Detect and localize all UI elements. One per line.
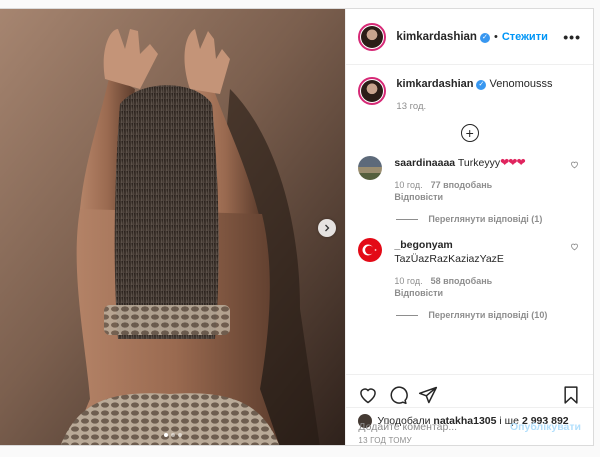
comment-text: _begonyam TazÜazRazKaziazYazE xyxy=(394,238,564,266)
heart-outline-icon[interactable] xyxy=(570,160,579,169)
action-icons xyxy=(358,383,581,407)
comments-section[interactable]: kimkardashian ✓ Venomousss 13 год. + saar… xyxy=(346,65,593,374)
verified-badge-icon: ✓ xyxy=(479,32,490,43)
caption-avatar[interactable] xyxy=(358,77,387,105)
divider-line xyxy=(396,314,419,316)
commenter-username[interactable]: saardinaaaa xyxy=(394,157,455,169)
reply-button[interactable]: Відповісти xyxy=(394,288,564,298)
comment-input[interactable] xyxy=(358,420,510,433)
commenter-username[interactable]: _begonyam xyxy=(394,239,452,251)
carousel-dot xyxy=(170,433,175,437)
load-more-comments-button[interactable]: + xyxy=(358,124,581,142)
view-replies-label: Переглянути відповіді (10) xyxy=(428,310,548,320)
chevron-right-icon xyxy=(325,224,330,232)
comment-meta: 10 год. 77 вподобань xyxy=(394,180,564,190)
commenter-avatar[interactable] xyxy=(358,156,383,180)
comment-time: 10 год. xyxy=(394,276,423,286)
plus-circle-icon: + xyxy=(460,124,479,142)
author-avatar[interactable] xyxy=(358,22,387,51)
verified-badge-icon: ✓ xyxy=(476,80,487,90)
comment-content: Turkeyyy xyxy=(457,157,501,169)
view-replies-label: Переглянути відповіді (1) xyxy=(428,214,543,224)
follow-button[interactable]: Стежити xyxy=(502,31,548,43)
comment-item: saardinaaaa Turkeyyy❤❤❤ 10 год. 77 вподо… xyxy=(358,156,581,202)
reply-button[interactable]: Відповісти xyxy=(394,192,564,202)
heart-emoji-icon: ❤❤❤ xyxy=(500,157,526,169)
author-username[interactable]: kimkardashian ✓ xyxy=(396,31,490,43)
comment-time: 10 год. xyxy=(394,180,423,190)
commenter-avatar[interactable] xyxy=(358,238,383,262)
comment-meta: 10 год. 58 вподобань xyxy=(394,276,564,286)
turkish-flag-icon xyxy=(362,244,378,256)
post-photo xyxy=(0,9,346,445)
heart-outline-icon[interactable] xyxy=(570,242,579,251)
comment-content: TazÜazRazKaziazYazE xyxy=(394,253,504,265)
post-caption: kimkardashian ✓ Venomousss 13 год. xyxy=(358,77,581,112)
comment-bubble-icon[interactable] xyxy=(388,385,409,405)
post-container: kimkardashian ✓ • Стежити ••• kimkardashi… xyxy=(0,8,594,446)
post-header: kimkardashian ✓ • Стежити ••• xyxy=(346,9,593,65)
carousel-dot xyxy=(177,433,182,437)
view-replies-button[interactable]: Переглянути відповіді (10) xyxy=(396,310,581,320)
view-replies-button[interactable]: Переглянути відповіді (1) xyxy=(396,214,581,224)
caption-text: kimkardashian ✓ Venomousss xyxy=(396,77,553,91)
add-comment-bar: Опублікувати xyxy=(346,407,593,445)
like-heart-icon[interactable] xyxy=(358,385,378,405)
post-media[interactable] xyxy=(0,9,346,445)
carousel-dot xyxy=(163,433,168,437)
comment-text: saardinaaaa Turkeyyy❤❤❤ xyxy=(394,156,564,170)
caption-time: 13 год. xyxy=(396,101,427,112)
share-paper-plane-icon[interactable] xyxy=(418,385,438,405)
save-bookmark-icon[interactable] xyxy=(561,385,581,405)
caption-author[interactable]: kimkardashian xyxy=(396,78,473,90)
comment-likes[interactable]: 77 вподобань xyxy=(431,180,493,190)
comment-item: _begonyam TazÜazRazKaziazYazE 10 год. 58… xyxy=(358,238,581,298)
post-side-panel: kimkardashian ✓ • Стежити ••• kimkardashi… xyxy=(345,9,593,445)
divider-line xyxy=(396,218,419,220)
comment-likes[interactable]: 58 вподобань xyxy=(431,276,493,286)
caption-content: Venomousss xyxy=(489,78,553,90)
carousel-dots xyxy=(0,433,345,437)
separator: • xyxy=(493,30,498,43)
publish-button[interactable]: Опублікувати xyxy=(510,421,581,433)
more-options-icon[interactable]: ••• xyxy=(563,29,581,45)
